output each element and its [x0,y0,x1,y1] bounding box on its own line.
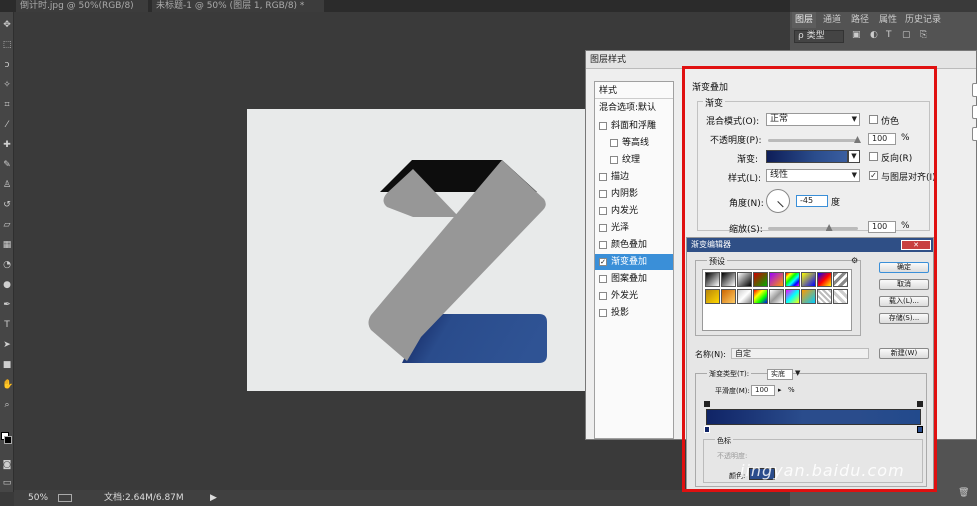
document-tab-label: 倒计时.jpg @ 50%(RGB/8) [20,1,134,11]
dodge-tool-icon[interactable]: ● [2,280,12,290]
style-item-label: 光泽 [611,223,630,233]
tab-paths[interactable]: 路径 [848,12,872,28]
filter-pixel-icon[interactable]: ▣ [852,30,861,40]
document-tab-2[interactable]: 未标题-1 @ 50% (图层 1, RGB/8) * [152,0,324,12]
style-checkbox[interactable] [610,139,618,147]
layer-kind-label: ρ 类型 [798,31,825,41]
style-item[interactable]: 光泽 [595,220,673,236]
highlight-annotation-box [682,66,937,492]
crop-tool-icon[interactable]: ⌗ [2,100,12,110]
path-select-tool-icon[interactable]: ➤ [2,340,12,350]
style-item[interactable]: 图案叠加 [595,271,673,287]
style-item-label: 颜色叠加 [611,240,648,250]
tab-label: 通道 [823,15,842,25]
filter-type-icon[interactable]: T [886,30,892,40]
marquee-tool-icon[interactable]: ⬚ [2,40,12,50]
zoom-level[interactable]: 50% [28,490,48,506]
filter-smart-icon[interactable]: ⎘ [920,30,927,40]
status-bar: 50% 文档:2.64M/6.87M ▶ [14,490,790,506]
tab-label: 历史记录 [905,15,942,25]
tab-label: 路径 [851,15,870,25]
style-item-label: 等高线 [622,138,650,148]
style-item[interactable]: 内发光 [595,203,673,219]
filter-adjust-icon[interactable]: ◐ [870,30,878,40]
style-checkbox[interactable] [599,241,607,249]
new-style-button-edge[interactable] [972,127,977,141]
document-tab-1[interactable]: 倒计时.jpg @ 50%(RGB/8) [16,0,148,12]
tab-label: 属性 [879,15,898,25]
layer-kind-filter[interactable]: ρ 类型 [794,30,844,43]
document-tab-label: 未标题-1 @ 50% (图层 1, RGB/8) * [156,1,305,11]
style-item-label: 描边 [611,172,630,182]
type-tool-icon[interactable]: T [2,320,12,330]
style-checkbox[interactable] [599,190,607,198]
lasso-tool-icon[interactable]: ↄ [2,60,12,70]
zoom-tool-icon[interactable]: ⌕ [2,400,12,410]
tab-properties[interactable]: 属性 [876,12,900,28]
history-brush-tool-icon[interactable]: ↺ [2,200,12,210]
style-item[interactable]: 斜面和浮雕 [595,118,673,134]
style-item[interactable]: 投影 [595,305,673,321]
style-item[interactable]: 内阴影 [595,186,673,202]
tab-channels[interactable]: 通道 [820,12,844,28]
style-item-label: 投影 [611,308,630,318]
status-icon[interactable] [58,494,72,502]
style-item[interactable]: 颜色叠加 [595,237,673,253]
style-checkbox[interactable] [599,309,607,317]
move-tool-icon[interactable]: ✥ [2,20,12,30]
style-checkbox[interactable] [599,122,607,130]
document-size: 文档:2.64M/6.87M [104,493,184,503]
style-item[interactable]: 外发光 [595,288,673,304]
style-checkbox[interactable] [599,173,607,181]
quick-mask-icon[interactable]: ◙ [2,460,12,470]
blur-tool-icon[interactable]: ◔ [2,260,12,270]
style-checkbox[interactable] [599,224,607,232]
style-item[interactable]: 描边 [595,169,673,185]
style-list: 样式 混合选项:默认 斜面和浮雕等高线纹理描边内阴影内发光光泽颜色叠加 ✓ 渐变叠加… [594,81,674,439]
eraser-tool-icon[interactable]: ▱ [2,220,12,230]
gradient-tool-icon[interactable]: ▦ [2,240,12,250]
style-checkbox[interactable] [599,275,607,283]
status-menu-arrow-icon[interactable]: ▶ [210,490,217,506]
style-item-label: 图案叠加 [611,274,648,284]
tab-history[interactable]: 历史记录 [902,12,944,28]
tab-label: 图层 [795,15,814,25]
style-list-header[interactable]: 样式 [595,83,673,99]
background-color-swatch[interactable] [4,436,12,444]
style-checkbox[interactable] [610,156,618,164]
blend-options-item[interactable]: 混合选项:默认 [595,100,673,116]
eyedropper-tool-icon[interactable]: ⁄ [2,120,12,130]
brush-tool-icon[interactable]: ✎ [2,160,12,170]
style-item-label: 斜面和浮雕 [611,121,657,131]
stamp-tool-icon[interactable]: ♙ [2,180,12,190]
style-item-label: 渐变叠加 [611,257,648,267]
style-item-label: 纹理 [622,155,641,165]
document-tab-bar: 倒计时.jpg @ 50%(RGB/8) 未标题-1 @ 50% (图层 1, … [0,0,790,12]
shape-tool-icon[interactable]: ■ [2,360,12,370]
quick-select-tool-icon[interactable]: ✧ [2,80,12,90]
tools-panel: ✥ ⬚ ↄ ✧ ⌗ ⁄ ✚ ✎ ♙ ↺ ▱ ▦ ◔ ● ✒ T ➤ ■ ✋ ⌕ … [0,12,14,492]
style-item-label: 内阴影 [611,189,639,199]
hand-tool-icon[interactable]: ✋ [2,380,13,390]
ok-button-edge[interactable] [972,83,977,97]
delete-layer-icon[interactable]: 🗑 [958,488,969,498]
healing-tool-icon[interactable]: ✚ [2,140,12,150]
style-item[interactable]: 纹理 [595,152,673,168]
z-logo-artwork [368,160,547,363]
pen-tool-icon[interactable]: ✒ [2,300,12,310]
style-item-label: 内发光 [611,206,639,216]
style-checkbox[interactable]: ✓ [599,258,607,266]
style-item[interactable]: 等高线 [595,135,673,151]
screen-mode-icon[interactable]: ▭ [2,478,12,488]
document-canvas[interactable] [247,109,592,391]
style-checkbox[interactable] [599,207,607,215]
style-item-label: 外发光 [611,291,639,301]
style-item[interactable]: ✓ 渐变叠加 [595,254,673,270]
filter-shape-icon[interactable]: ▢ [902,30,911,40]
tab-layers[interactable]: 图层 [792,12,817,28]
style-checkbox[interactable] [599,292,607,300]
cancel-button-edge[interactable] [972,105,977,119]
